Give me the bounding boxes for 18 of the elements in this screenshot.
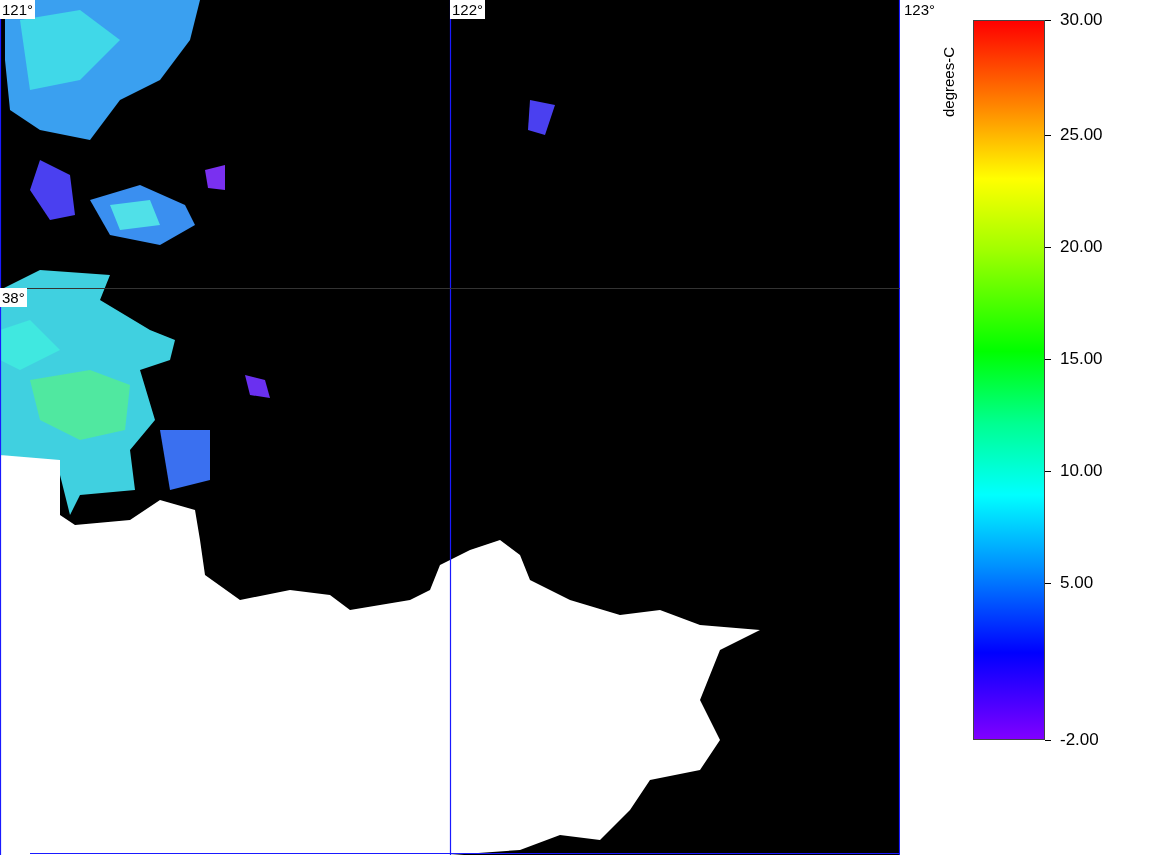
tick-label: 30.00 — [1060, 10, 1103, 30]
tick-mark — [1045, 20, 1051, 21]
tick-mark — [1045, 247, 1051, 248]
tick-mark — [1045, 740, 1051, 741]
tick-label: 20.00 — [1060, 237, 1103, 257]
tick-label: 10.00 — [1060, 461, 1103, 481]
tick-label: -2.00 — [1060, 730, 1099, 750]
longitude-label: 121° — [0, 0, 36, 19]
longitude-label: 122° — [450, 0, 486, 19]
latitude-label: 38° — [0, 288, 27, 307]
tick-label: 5.00 — [1060, 573, 1094, 593]
colorbar-title: degrees-C — [940, 46, 958, 117]
tick-mark — [1045, 583, 1051, 584]
tick-mark — [1045, 135, 1051, 136]
tick-label: 15.00 — [1060, 349, 1103, 369]
tick-mark — [1045, 471, 1051, 472]
tick-mark — [1045, 359, 1051, 360]
tick-label: 25.00 — [1060, 125, 1103, 145]
